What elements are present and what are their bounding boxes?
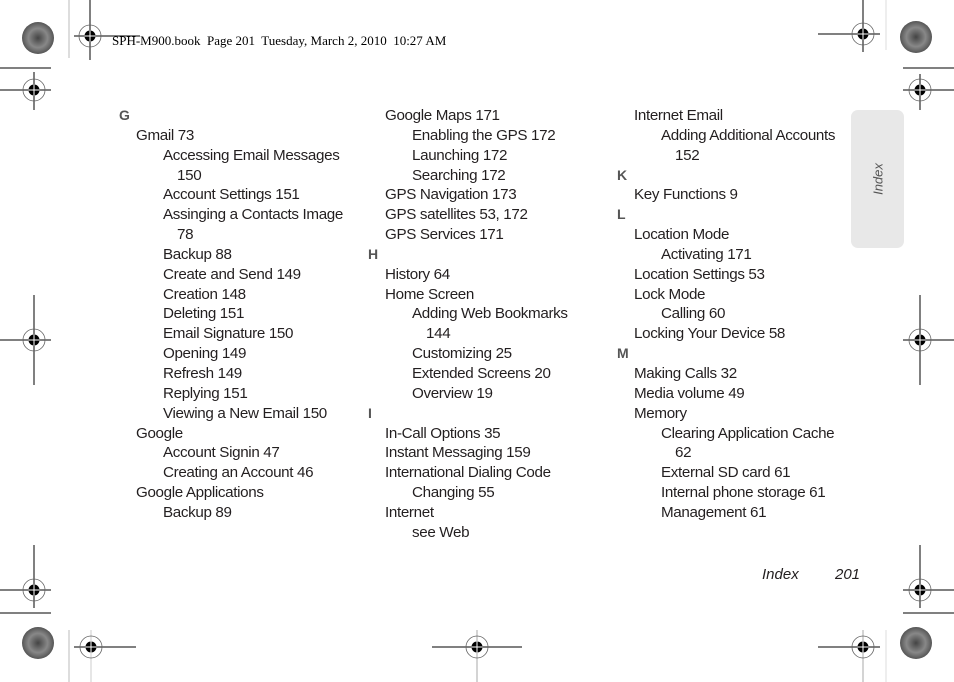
index-subentry: Backup 88	[163, 245, 232, 263]
index-entry: GPS Services 171	[385, 226, 504, 244]
index-subentry: Accessing Email Messages	[163, 146, 340, 164]
index-entry: Making Calls 32	[634, 364, 737, 382]
index-subentry: Customizing 25	[412, 345, 512, 363]
print-header: SPH-M900.book Page 201 Tuesday, March 2,…	[112, 33, 447, 48]
index-entry: Lock Mode	[634, 285, 706, 303]
index-subentry-continuation: 78	[177, 226, 194, 244]
index-column-2: Google Maps 171 Enabling the GPS 172 Launc…	[368, 106, 568, 543]
color-rosette-icon	[22, 627, 54, 659]
index-column-3: Internet Email Adding Additional Accounts…	[617, 106, 835, 523]
index-letter-heading: M	[617, 345, 629, 362]
index-subentry: Account Signin 47	[163, 444, 280, 462]
index-entry: Location Settings 53	[634, 265, 765, 283]
index-subentry-continuation: 152	[675, 146, 700, 164]
index-subentry: Creating an Account 46	[163, 464, 314, 482]
index-column-1: G Gmail 73 Accessing Email Messages 150 Acco…	[119, 106, 343, 523]
index-entry: GPS Navigation 173	[385, 186, 517, 204]
section-tab-label: Index	[870, 163, 885, 195]
index-subentry: Extended Screens 20	[412, 364, 551, 382]
color-rosette-icon	[900, 21, 932, 53]
index-subentry: External SD card 61	[661, 464, 791, 482]
index-entry: Internet Email	[634, 107, 723, 124]
index-subentry: Changing 55	[412, 484, 495, 502]
index-entry: Locking Your Device 58	[634, 325, 786, 343]
index-entry: Home Screen	[385, 285, 475, 303]
index-subentry: Assinging a Contacts Image	[163, 206, 344, 224]
index-subentry: Adding Additional Accounts	[661, 126, 836, 144]
index-entry: Media volume 49	[634, 384, 745, 402]
index-subentry-continuation: 150	[177, 166, 202, 184]
color-rosette-icon	[22, 22, 54, 54]
index-subentry: Enabling the GPS 172	[412, 126, 556, 144]
index-subentry: Refresh 149	[163, 364, 242, 382]
index-subentry-continuation: 144	[426, 325, 451, 343]
index-entry: Google Maps 171	[385, 107, 500, 124]
index-subentry: Deleting 151	[163, 305, 245, 323]
index-entry: Gmail 73	[136, 126, 194, 144]
index-letter-heading: I	[368, 404, 372, 421]
index-letter-heading: L	[617, 206, 626, 223]
index-entry: History 64	[385, 265, 450, 283]
index-subentry: Calling 60	[661, 305, 726, 323]
index-subentry: Opening 149	[163, 345, 247, 363]
index-subentry: Searching 172	[412, 166, 506, 184]
footer-section-title: Index	[762, 566, 799, 583]
index-subentry: Creation 148	[163, 285, 246, 303]
index-subentry: Overview 19	[412, 384, 493, 402]
index-entry: Key Functions 9	[634, 186, 738, 204]
index-entry: Memory	[634, 404, 687, 422]
index-subentry: Clearing Application Cache	[661, 424, 835, 442]
index-entry: Instant Messaging 159	[385, 444, 531, 462]
index-letter-heading: H	[368, 245, 378, 262]
index-subentry-continuation: 62	[675, 444, 692, 462]
index-subentry: Launching 172	[412, 146, 508, 164]
index-entry: Google Applications	[136, 484, 264, 502]
index-subentry: Management 61	[661, 503, 767, 521]
index-subentry: Viewing a New Email 150	[163, 404, 327, 422]
index-subentry: Account Settings 151	[163, 186, 300, 204]
index-entry: Google	[136, 424, 183, 442]
index-subentry: Create and Send 149	[163, 265, 301, 283]
index-entry: Location Mode	[634, 226, 730, 244]
index-entry: Internet	[385, 503, 434, 521]
registration-mark-icon	[74, 0, 140, 60]
index-subentry: Email Signature 150	[163, 325, 294, 343]
section-tab: Index	[851, 110, 904, 248]
index-subentry: Adding Web Bookmarks	[412, 305, 568, 323]
index-entry: GPS satellites 53, 172	[385, 206, 528, 224]
index-subentry: Backup 89	[163, 503, 232, 521]
index-entry: International Dialing Code	[385, 464, 551, 482]
index-subentry: Internal phone storage 61	[661, 484, 826, 502]
index-subentry: Replying 151	[163, 384, 248, 402]
index-subentry: Activating 171	[661, 245, 752, 263]
color-rosette-icon	[900, 627, 932, 659]
index-subentry: see Web	[412, 523, 470, 541]
index-entry: In-Call Options 35	[385, 424, 501, 442]
index-letter-heading: G	[119, 107, 130, 123]
page-number: 201	[835, 566, 861, 583]
index-letter-heading: K	[617, 166, 627, 183]
